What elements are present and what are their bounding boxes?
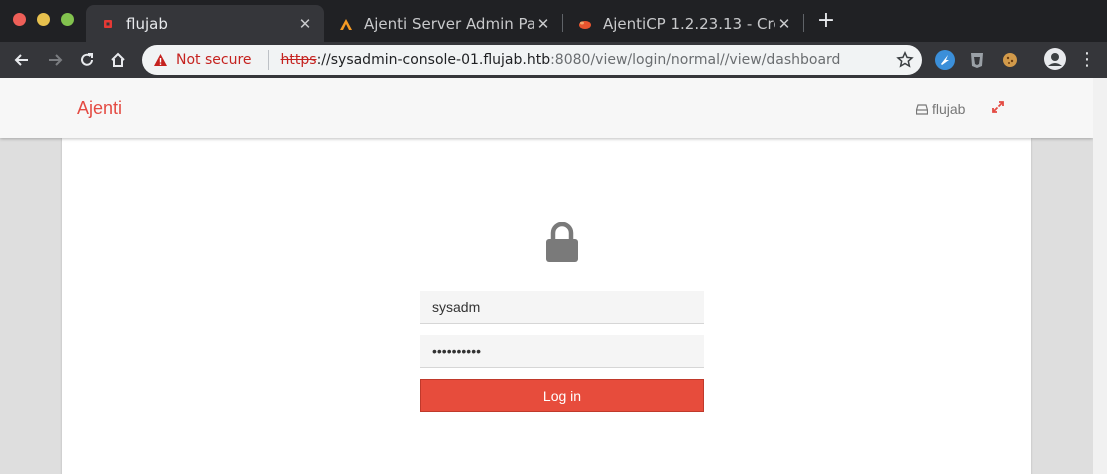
app-header: Ajenti flujab [0,78,1093,138]
url-scheme: https [280,52,317,68]
url-text[interactable]: https://sysadmin-console-01.flujab.htb:8… [281,52,841,68]
forward-button[interactable] [43,48,67,72]
maximize-window-button[interactable] [61,13,74,26]
forward-arrow-icon [49,54,63,66]
reload-icon [81,53,93,66]
password-input[interactable] [420,335,704,368]
brand-logo[interactable]: Ajenti [77,98,122,119]
tab-ajenti-admin-panel[interactable]: Ajenti Server Admin Panel ✕ [324,5,562,42]
username-label: flujab [932,101,966,117]
fullscreen-icon[interactable] [991,100,1005,114]
username-input[interactable] [420,291,704,324]
lock-icon [546,222,578,262]
security-status[interactable]: Not secure [176,52,252,68]
extension-icon[interactable] [935,50,955,70]
ajenti-icon [338,16,354,32]
back-button[interactable] [10,48,34,72]
shield-extension-icon[interactable] [967,50,987,70]
tab-title: Ajenti Server Admin Panel [364,14,534,33]
cookie-icon[interactable] [1000,50,1020,70]
close-tab-icon[interactable]: ✕ [296,15,314,33]
red-square-icon [100,16,116,32]
back-arrow-icon [14,54,28,66]
bookmark-star-icon[interactable] [896,51,914,69]
login-panel: Log in [62,138,1031,474]
hdd-icon [916,103,928,115]
url-path: :8080/view/login/normal//view/dashboard [550,52,841,68]
tab-flujab[interactable]: flujab ✕ [86,5,324,42]
profile-avatar[interactable] [1044,48,1066,70]
browser-toolbar: Not secure https://sysadmin-console-01.f… [0,42,1107,78]
tab-ajenticp-exploit[interactable]: AjentiCP 1.2.23.13 - Cross ✕ [563,5,803,42]
url-separator: :// [316,52,331,68]
vertical-scrollbar[interactable] [1093,78,1107,474]
browser-menu-icon[interactable]: ⋮ [1078,50,1096,70]
page-viewport: Ajenti flujab Log in [0,78,1093,474]
browser-tab-bar: flujab ✕ Ajenti Server Admin Panel ✕ Aje… [0,0,1107,42]
user-menu[interactable]: flujab [916,101,965,117]
bug-icon [577,16,593,32]
new-tab-button[interactable]: + [815,9,837,33]
url-host: sysadmin-console-01.flujab.htb [330,52,551,68]
close-window-button[interactable] [13,13,26,26]
close-tab-icon[interactable]: ✕ [534,15,552,33]
tab-title: flujab [126,14,168,33]
omnibox-divider [267,50,269,70]
home-icon [111,52,125,67]
home-button[interactable] [106,48,130,72]
login-button[interactable]: Log in [420,379,704,412]
tab-title: AjentiCP 1.2.23.13 - Cross [603,14,775,33]
minimize-window-button[interactable] [37,13,50,26]
warning-icon [152,52,168,68]
address-bar[interactable]: Not secure https://sysadmin-console-01.f… [142,45,922,75]
close-tab-icon[interactable]: ✕ [775,15,793,33]
reload-button[interactable] [75,48,99,72]
tab-separator [803,14,804,32]
